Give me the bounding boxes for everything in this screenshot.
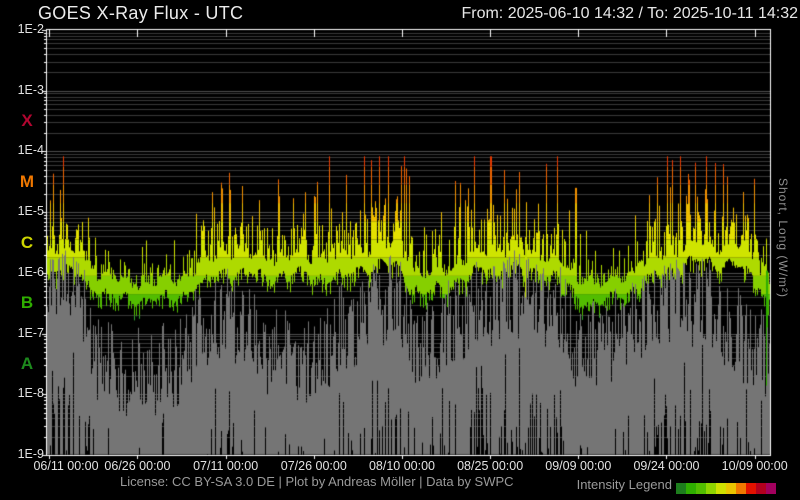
flare-class-label-b: B <box>20 293 34 313</box>
flare-class-label-m: M <box>19 171 35 191</box>
x-tick-label: 06/11 00:00 <box>33 459 99 473</box>
y-axis-unit-label: Short, Long (W/m²) <box>776 178 790 299</box>
y-tick-label: 1E-5 <box>17 204 44 219</box>
y-tick-label: 1E-2 <box>17 22 44 36</box>
intensity-legend-colorbar <box>676 483 776 494</box>
y-tick-label: 1E-7 <box>17 325 44 340</box>
x-tick-label: 08/10 00:00 <box>368 459 435 473</box>
intensity-legend-swatch <box>736 483 746 494</box>
x-tick-label: 07/26 00:00 <box>280 459 347 473</box>
plot-canvas <box>0 0 800 500</box>
goes-xray-flux-chart: GOES X-Ray Flux - UTC From: 2025-06-10 1… <box>0 0 800 500</box>
y-tick-label: 1E-8 <box>17 386 44 401</box>
x-tick-label: 09/09 00:00 <box>545 459 612 473</box>
intensity-legend-swatch <box>706 483 716 494</box>
flare-class-label-c: C <box>20 232 34 252</box>
flare-class-label-a: A <box>20 353 34 373</box>
intensity-legend-swatch <box>746 483 756 494</box>
license-text: License: CC BY-SA 3.0 DE | Plot by Andre… <box>120 474 514 489</box>
intensity-legend-swatch <box>756 483 766 494</box>
intensity-legend-swatch <box>716 483 726 494</box>
x-tick-label: 07/11 00:00 <box>193 459 259 473</box>
flare-class-label-x: X <box>21 111 33 131</box>
y-tick-label: 1E-4 <box>17 143 44 158</box>
x-tick-label: 08/25 00:00 <box>457 459 524 473</box>
y-tick-label: 1E-3 <box>17 82 44 97</box>
intensity-legend-swatch <box>696 483 706 494</box>
intensity-legend-swatch <box>726 483 736 494</box>
x-tick-label: 06/26 00:00 <box>104 459 171 473</box>
y-tick-label: 1E-6 <box>17 264 44 279</box>
intensity-legend-swatch <box>676 483 686 494</box>
intensity-legend-label: Intensity Legend <box>576 477 672 492</box>
x-tick-label: 09/24 00:00 <box>633 459 700 473</box>
intensity-legend-swatch <box>686 483 696 494</box>
chart-title: GOES X-Ray Flux - UTC <box>38 3 244 23</box>
date-range: From: 2025-06-10 14:32 / To: 2025-10-11 … <box>461 5 798 22</box>
x-tick-label: 10/09 00:00 <box>721 459 788 473</box>
intensity-legend-swatch <box>766 483 776 494</box>
